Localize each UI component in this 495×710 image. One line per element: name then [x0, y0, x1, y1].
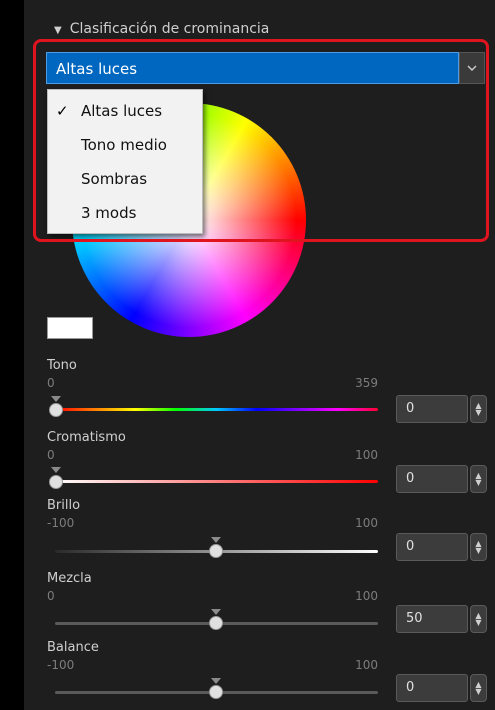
- cromatismo-marker: [51, 467, 61, 473]
- balance-spin-arrows[interactable]: ▲ ▼: [470, 674, 487, 702]
- mezcla-max: 100: [355, 589, 378, 603]
- down-arrow-icon[interactable]: ▼: [475, 688, 481, 696]
- tono-spin-arrows[interactable]: ▲ ▼: [470, 395, 487, 423]
- tono-marker: [51, 396, 61, 402]
- balance-value-input[interactable]: 0: [396, 674, 468, 702]
- down-arrow-icon[interactable]: ▼: [475, 479, 481, 487]
- tono-value-input[interactable]: 0: [396, 395, 468, 423]
- color-swatch[interactable]: [47, 317, 93, 339]
- cromatismo-value-input[interactable]: 0: [396, 465, 468, 493]
- tono-track[interactable]: [55, 408, 378, 411]
- brillo-label: Brillo: [47, 498, 81, 513]
- cromatismo-thumb[interactable]: [49, 475, 63, 489]
- cromatismo-min: 0: [47, 448, 55, 462]
- brillo-marker: [211, 537, 221, 543]
- down-arrow-icon[interactable]: ▼: [475, 547, 481, 555]
- balance-min: -100: [47, 658, 75, 672]
- brillo-value-input[interactable]: 0: [396, 533, 468, 561]
- balance-label: Balance: [47, 640, 99, 655]
- brillo-min: -100: [47, 516, 75, 530]
- mezcla-min: 0: [47, 589, 55, 603]
- balance-marker: [211, 678, 221, 684]
- brillo-spin-arrows[interactable]: ▲ ▼: [470, 533, 487, 561]
- highlight-box: [33, 39, 489, 242]
- mezcla-marker: [211, 609, 221, 615]
- cromatismo-label: Cromatismo: [47, 430, 126, 445]
- tono-max: 359: [355, 376, 378, 390]
- triangle-down-icon: ▼: [54, 25, 62, 36]
- mezcla-thumb[interactable]: [209, 616, 223, 630]
- section-title: Clasificación de crominancia: [69, 21, 270, 37]
- tono-label: Tono: [47, 358, 77, 373]
- balance-thumb[interactable]: [209, 685, 223, 699]
- mezcla-spin-arrows[interactable]: ▲ ▼: [470, 605, 487, 633]
- tono-min: 0: [47, 376, 55, 390]
- tono-thumb[interactable]: [49, 403, 63, 417]
- cromatismo-spin-arrows[interactable]: ▲ ▼: [470, 465, 487, 493]
- cromatismo-max: 100: [355, 448, 378, 462]
- mezcla-label: Mezcla: [47, 571, 92, 586]
- cromatismo-track[interactable]: [55, 480, 378, 483]
- balance-max: 100: [355, 658, 378, 672]
- down-arrow-icon[interactable]: ▼: [475, 619, 481, 627]
- brillo-max: 100: [355, 516, 378, 530]
- section-header[interactable]: ▼ Clasificación de crominancia: [54, 21, 269, 37]
- mezcla-value-input[interactable]: 50: [396, 605, 468, 633]
- brillo-thumb[interactable]: [209, 544, 223, 558]
- down-arrow-icon[interactable]: ▼: [475, 409, 481, 417]
